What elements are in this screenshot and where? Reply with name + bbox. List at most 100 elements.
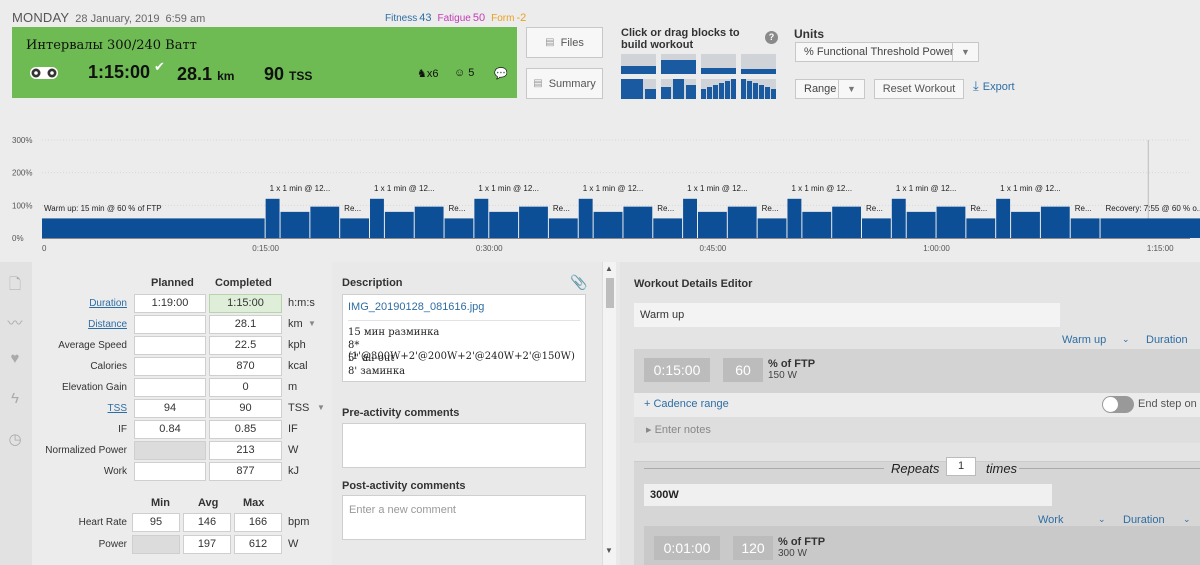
summary-label: Summary: [548, 77, 596, 90]
clock-icon[interactable]: ◷: [5, 430, 25, 450]
block-ramp-down[interactable]: [741, 79, 776, 99]
completed-value[interactable]: 0: [209, 378, 282, 397]
completed-value[interactable]: 28.1: [209, 315, 282, 334]
notes-row[interactable]: ▸ Enter notes: [634, 417, 1200, 443]
attachment-link[interactable]: IMG_20190128_081616.jpg: [348, 301, 484, 313]
strength-icon: ♞: [417, 68, 427, 80]
stat-unit: W: [288, 444, 299, 456]
min-value[interactable]: [132, 535, 180, 554]
units-selected: % Functional Threshold Power: [804, 46, 954, 58]
step-duration-input[interactable]: 0:15:00: [644, 358, 710, 382]
step-type-select[interactable]: Warm up: [1062, 334, 1106, 346]
step-type-select[interactable]: Work: [1038, 514, 1063, 526]
range-select[interactable]: Range ▼: [795, 79, 865, 99]
range-unit: W: [288, 538, 299, 550]
planned-value[interactable]: [134, 357, 206, 376]
completed-value[interactable]: 90: [209, 399, 282, 418]
block-active[interactable]: [661, 54, 696, 74]
chart-icon[interactable]: 〰: [5, 312, 25, 332]
scrollbar[interactable]: ▲ ▼: [602, 262, 616, 565]
add-cadence-button[interactable]: + Cadence range: [644, 398, 729, 410]
repeats-input[interactable]: 1: [946, 457, 976, 476]
reset-workout-button[interactable]: Reset Workout: [874, 79, 964, 99]
chevron-down-icon[interactable]: ▼: [308, 319, 316, 328]
workout-chart[interactable]: Warm up: 15 min @ 60 % of FTP 1 x 1 min @…: [0, 130, 1200, 260]
repeat-block: Repeats 1 times 300W Work ⌄ Duration ⌄ 0…: [634, 457, 1200, 565]
description-line: 15 мин разминка: [348, 327, 440, 338]
workout-summary-card[interactable]: Интервалы 300/240 Ватт 1:15:00 ✔ 28.1 km…: [12, 27, 517, 98]
comments-icon[interactable]: 💬: [494, 67, 508, 80]
lightning-icon[interactable]: ϟ: [5, 390, 25, 410]
x-tick-label: 0: [42, 244, 47, 253]
step-name-input[interactable]: Warm up: [634, 303, 1060, 327]
min-value[interactable]: 95: [132, 513, 180, 532]
completed-value[interactable]: 213: [209, 441, 282, 460]
step-target-input[interactable]: 120: [733, 536, 773, 560]
interval-label: 1 x 1 min @ 12...: [478, 184, 539, 193]
planned-value[interactable]: 1:19:00: [134, 294, 206, 313]
completed-value[interactable]: 0.85: [209, 420, 282, 439]
pre-activity-input[interactable]: [342, 423, 586, 468]
chevron-down-icon[interactable]: ▼: [317, 403, 325, 412]
avg-value[interactable]: 146: [183, 513, 231, 532]
scroll-thumb[interactable]: [606, 278, 614, 308]
block-ramp-up[interactable]: [701, 79, 736, 99]
paperclip-icon[interactable]: 📎: [570, 274, 587, 291]
max-value[interactable]: 166: [234, 513, 282, 532]
completed-value[interactable]: 1:15:00: [209, 294, 282, 313]
stat-label: Average Speed: [58, 340, 127, 351]
scroll-down-icon[interactable]: ▼: [605, 546, 613, 555]
step-duration-input[interactable]: 0:01:00: [654, 536, 720, 560]
planned-value[interactable]: [134, 462, 206, 481]
completed-value[interactable]: 877: [209, 462, 282, 481]
max-value[interactable]: 612: [234, 535, 282, 554]
scroll-up-icon[interactable]: ▲: [605, 264, 613, 273]
export-button[interactable]: ⤓ Export: [973, 78, 1015, 94]
units-select[interactable]: % Functional Threshold Power ▼: [795, 42, 979, 62]
description-box[interactable]: IMG_20190128_081616.jpg 15 мин разминка …: [342, 294, 586, 382]
stat-label[interactable]: TSS: [32, 403, 127, 414]
post-activity-input[interactable]: Enter a new comment: [342, 495, 586, 540]
summary-button[interactable]: ▤ Summary: [526, 68, 603, 99]
step-target-input[interactable]: 60: [723, 358, 763, 382]
avg-value[interactable]: 197: [183, 535, 231, 554]
chevron-down-icon[interactable]: ⌄: [1183, 514, 1191, 525]
chart-bar: [384, 211, 414, 238]
stat-label[interactable]: Distance: [32, 319, 127, 330]
block-cooldown[interactable]: [741, 54, 776, 74]
chevron-down-icon[interactable]: ⌄: [1122, 334, 1130, 345]
files-label: Files: [560, 36, 584, 49]
chevron-down-icon[interactable]: ⌄: [1098, 514, 1106, 525]
heart-icon[interactable]: ♥: [5, 350, 25, 370]
step-name-input[interactable]: 300W: [644, 484, 1052, 506]
completed-value[interactable]: 22.5: [209, 336, 282, 355]
planned-value[interactable]: [134, 315, 206, 334]
planned-value[interactable]: [134, 336, 206, 355]
planned-value[interactable]: [134, 441, 206, 460]
chart-bar: [936, 206, 966, 238]
document-icon[interactable]: 🗋: [5, 274, 25, 294]
end-step-toggle[interactable]: [1102, 396, 1134, 413]
completed-value[interactable]: 870: [209, 357, 282, 376]
help-icon[interactable]: ?: [765, 31, 778, 44]
block-warmup[interactable]: [621, 54, 656, 74]
interval-label: 1 x 1 min @ 12...: [687, 184, 748, 193]
files-button[interactable]: ▤ Files: [526, 27, 603, 58]
chart-bar: [310, 206, 340, 238]
workout-duration: 1:15:00: [88, 62, 151, 82]
strength-indicator[interactable]: ♞x6: [417, 67, 439, 80]
block-three-step[interactable]: [661, 79, 696, 99]
planned-value[interactable]: 94: [134, 399, 206, 418]
stat-label[interactable]: Duration: [32, 298, 127, 309]
distance-value: 28.1: [177, 64, 213, 84]
planned-value[interactable]: 0.84: [134, 420, 206, 439]
fitness-value: 43: [419, 12, 432, 24]
step-mode-select[interactable]: Duration: [1123, 514, 1165, 526]
step-mode-select[interactable]: Duration: [1146, 334, 1188, 346]
block-rest[interactable]: [701, 54, 736, 74]
feeling-indicator[interactable]: ☺ 5: [454, 67, 474, 79]
step-watts: 150 W: [768, 370, 797, 381]
block-two-step[interactable]: [621, 79, 656, 99]
planned-value[interactable]: [134, 378, 206, 397]
workout-title[interactable]: Интервалы 300/240 Ватт: [26, 38, 197, 53]
